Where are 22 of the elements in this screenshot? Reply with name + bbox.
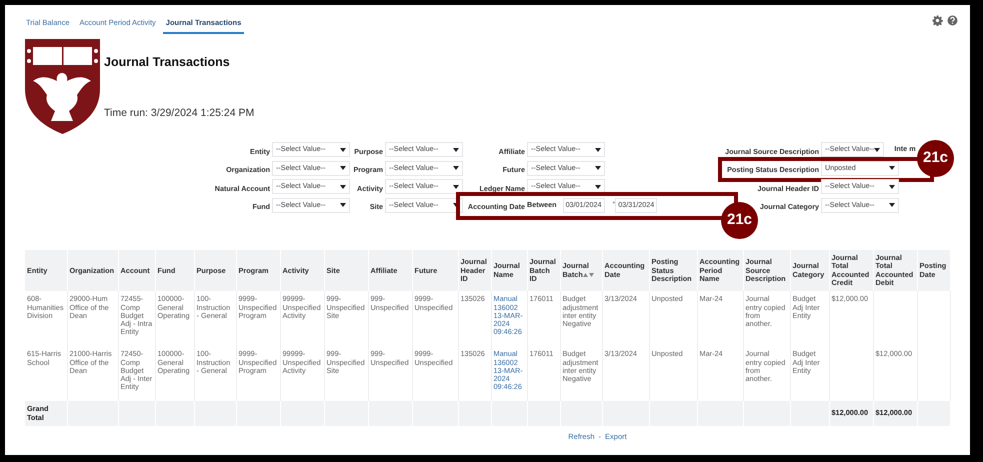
- callout-badge: 21c: [917, 140, 954, 177]
- sort-icon[interactable]: [582, 272, 594, 278]
- caret-icon: [453, 184, 459, 188]
- caret-icon: [340, 148, 346, 152]
- report-title: Journal Transactions: [104, 55, 231, 70]
- help-icon[interactable]: [947, 15, 958, 26]
- caret-icon: [453, 148, 459, 152]
- caret-icon: [889, 203, 895, 207]
- caret-icon: [340, 203, 346, 207]
- settings-icon[interactable]: [932, 15, 943, 26]
- caret-icon: [340, 166, 346, 170]
- caret-icon: [889, 166, 895, 170]
- caret-icon: [595, 184, 601, 188]
- caret-icon: [889, 184, 895, 188]
- caret-icon: [340, 184, 346, 188]
- caret-icon: [874, 148, 880, 152]
- caret-icon: [453, 166, 459, 170]
- callout-badge: 21c: [721, 202, 758, 239]
- caret-icon: [595, 148, 601, 152]
- time-run-text: Time run: 3/29/2024 1:25:24 PM: [104, 106, 254, 120]
- caret-icon: [595, 166, 601, 170]
- caret-icon: [453, 203, 459, 207]
